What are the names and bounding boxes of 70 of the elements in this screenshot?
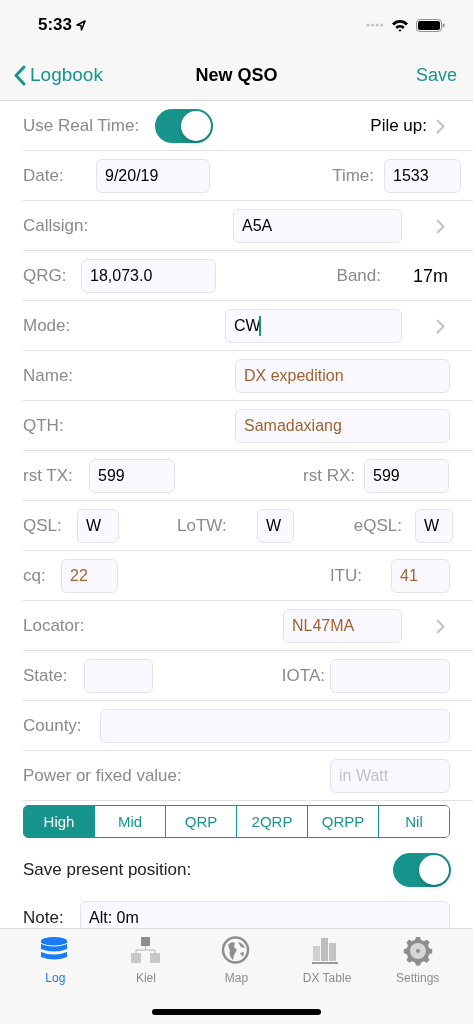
field-label: cq: [23, 566, 47, 586]
chevron-right-icon[interactable] [436, 218, 445, 234]
field-label: Time: [331, 166, 374, 186]
chevron-right-icon[interactable] [436, 618, 445, 634]
field-label: eQSL: [352, 516, 402, 536]
field-label: LoTW: [177, 516, 228, 536]
toggle-switch[interactable] [393, 853, 451, 887]
segment-tab[interactable]: High [24, 806, 94, 837]
input-field[interactable]: W [415, 509, 453, 543]
input-field[interactable]: 41 [391, 559, 450, 593]
field-label: Power or fixed value: [23, 766, 183, 786]
input-field[interactable]: 18,073.0 [81, 259, 216, 293]
input-field[interactable]: DX expedition [235, 359, 450, 393]
input-field[interactable] [84, 659, 153, 693]
save-button[interactable]: Save [415, 64, 457, 86]
band-value: 17m [412, 265, 448, 287]
input-field[interactable]: 22 [61, 559, 118, 593]
input-field[interactable] [100, 709, 450, 743]
status-time: 5:33 [38, 15, 73, 35]
input-field[interactable]: NL47MA [283, 609, 402, 643]
back-button[interactable]: Logbook [14, 64, 103, 86]
input-field[interactable]: CW [225, 309, 402, 343]
input-field[interactable]: Alt: 0m [80, 901, 450, 928]
chevron-right-icon[interactable] [436, 118, 445, 134]
tab-bar-item[interactable]: Log [10, 929, 101, 991]
tab-bar-item[interactable]: Kiel [100, 929, 192, 991]
hierarchy-icon [130, 936, 161, 966]
input-field[interactable] [330, 659, 450, 693]
field-label: Callsign: [23, 216, 90, 236]
tab-bar-item[interactable]: DX Table [281, 929, 373, 991]
field-label: rst RX: [302, 466, 355, 486]
field-label: QTH: [23, 416, 65, 436]
field-label: County: [23, 716, 83, 736]
field-label: State: [23, 666, 69, 686]
field-label: IOTA: [280, 666, 325, 686]
input-field[interactable]: 599 [89, 459, 175, 493]
field-label: Date: [23, 166, 65, 186]
field-label: Locator: [23, 616, 86, 636]
pile-up-link[interactable]: Pile up: [300, 116, 427, 136]
input-field[interactable]: Samadaxiang [235, 409, 450, 443]
field-label: QSL: [23, 516, 63, 536]
wifi-icon [391, 18, 409, 32]
input-field[interactable]: W [257, 509, 294, 543]
field-label: QRG: [23, 266, 68, 286]
tab-bar-item[interactable]: Map [191, 929, 282, 991]
gear-icon [402, 936, 433, 966]
back-chevron-icon [14, 64, 26, 86]
input-field[interactable]: W [77, 509, 119, 543]
field-label: Save present position: [23, 860, 193, 880]
field-label: Name: [23, 366, 75, 386]
screen-title: New QSO [195, 64, 278, 85]
input-field[interactable]: 599 [364, 459, 449, 493]
input-field[interactable]: in Watt [330, 759, 450, 793]
input-field[interactable]: 9/20/19 [96, 159, 210, 193]
field-label: ITU: [328, 566, 362, 586]
input-field[interactable]: A5A [233, 209, 402, 243]
chevron-right-icon[interactable] [436, 318, 445, 334]
input-field[interactable]: 1533 [384, 159, 461, 193]
battery-icon [416, 18, 445, 32]
signal-icon [366, 23, 384, 27]
segment-tab[interactable]: Nil [378, 806, 449, 837]
tab-bar-item[interactable]: Settings [372, 929, 463, 991]
field-label: Mode: [23, 316, 72, 336]
field-label: rst TX: [23, 466, 74, 486]
toggle-switch[interactable] [155, 109, 213, 143]
location-arrow-icon [76, 19, 87, 31]
globe-icon [221, 936, 252, 966]
field-label: Band: [335, 266, 381, 286]
field-label: Note: [23, 908, 65, 928]
field-label: Use Real Time: [23, 116, 141, 136]
